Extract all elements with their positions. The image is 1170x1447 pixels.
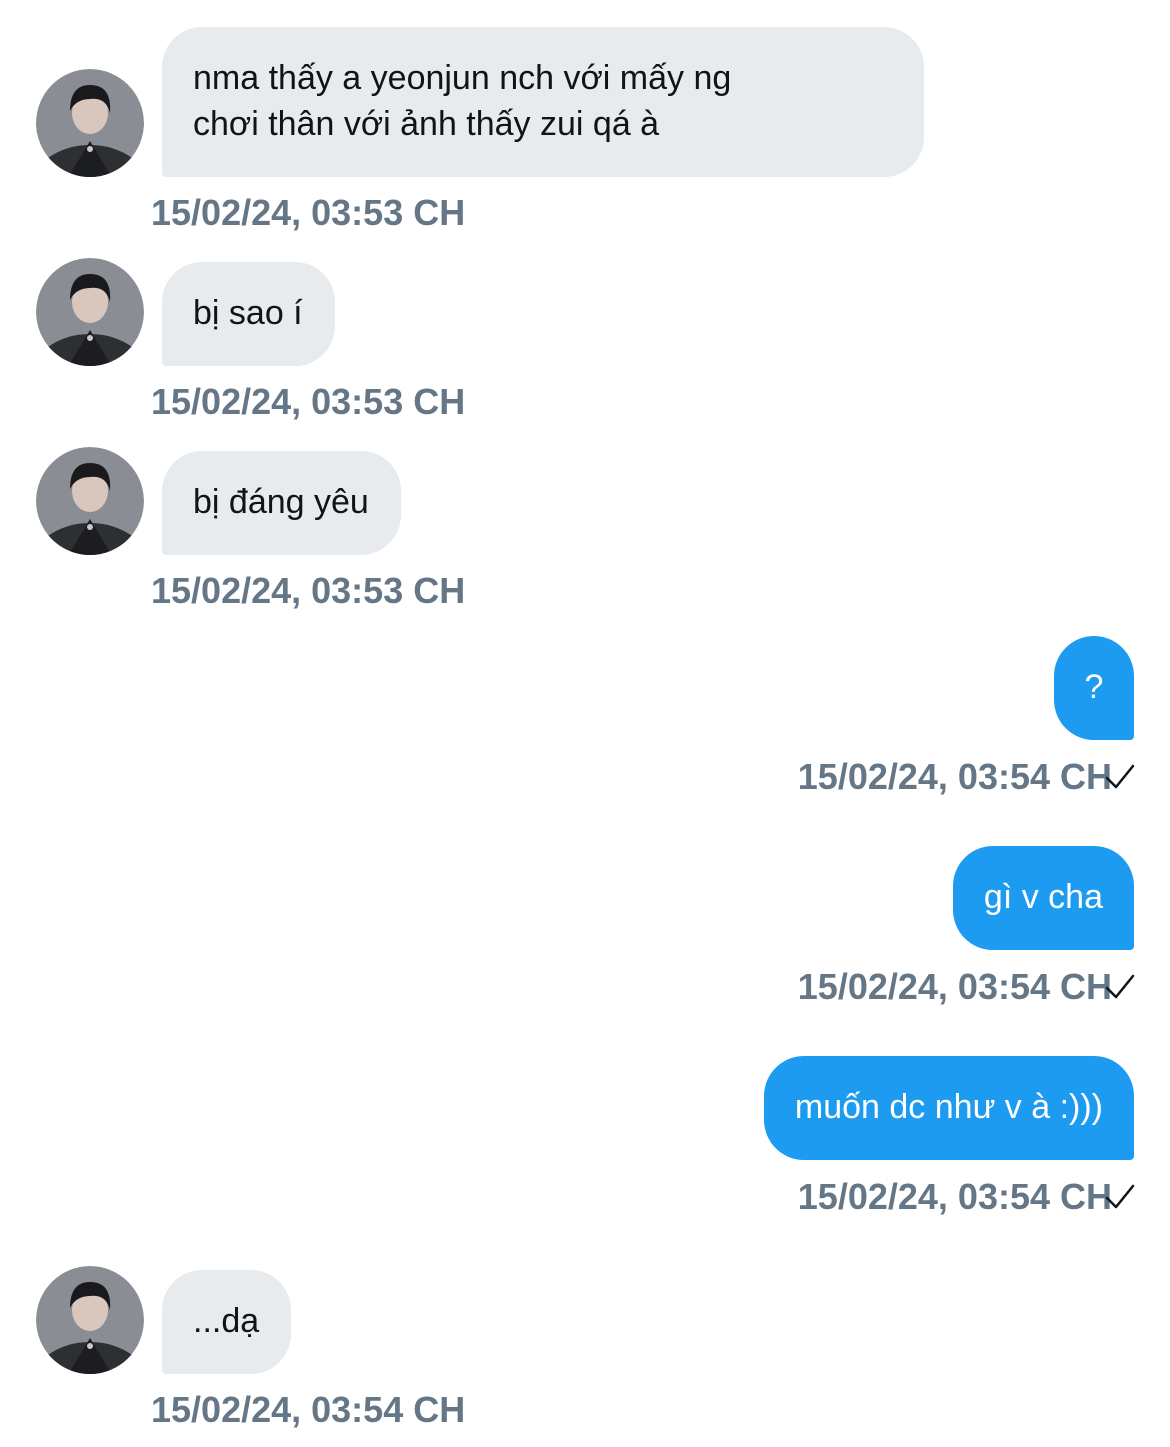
avatar[interactable]: [36, 258, 144, 366]
message-timestamp: 15/02/24, 03:54 CH: [797, 1176, 1112, 1217]
message-text: bị đáng yêu: [193, 483, 369, 521]
message-timestamp: 15/02/24, 03:53 CH: [151, 192, 466, 233]
message-bubble-incoming[interactable]: bị đáng yêu: [162, 451, 401, 555]
message-bubble-incoming[interactable]: nma thấy a yeonjun nch với mấy ng chơi t…: [162, 27, 924, 177]
message-bubble-incoming[interactable]: bị sao í: [162, 262, 335, 366]
avatar[interactable]: [36, 447, 144, 555]
message-text: bị sao í: [193, 294, 303, 332]
message-text: ?: [1084, 668, 1104, 706]
check-icon: [1104, 971, 1136, 1003]
message-bubble-outgoing[interactable]: gì v cha: [952, 846, 1134, 950]
avatar[interactable]: [36, 69, 144, 177]
message-bubble-outgoing[interactable]: muốn dc như v à :))): [763, 1056, 1134, 1160]
message-text: ...dạ: [193, 1302, 260, 1340]
check-icon: [1104, 761, 1136, 793]
message-text: nma thấy a yeonjun nch với mấy ng chơi t…: [193, 59, 732, 143]
check-icon: [1104, 1181, 1136, 1213]
message-timestamp: 15/02/24, 03:54 CH: [151, 1389, 466, 1430]
message-text: gì v cha: [983, 878, 1103, 916]
message-timestamp: 15/02/24, 03:54 CH: [797, 756, 1112, 797]
message-timestamp: 15/02/24, 03:54 CH: [797, 966, 1112, 1007]
avatar[interactable]: [36, 1266, 144, 1374]
message-timestamp: 15/02/24, 03:53 CH: [151, 570, 466, 611]
message-timestamp: 15/02/24, 03:53 CH: [151, 381, 466, 422]
message-bubble-incoming[interactable]: ...dạ: [162, 1270, 292, 1374]
message-text: muốn dc như v à :))): [794, 1088, 1103, 1126]
message-bubble-outgoing[interactable]: ?: [1054, 636, 1134, 740]
